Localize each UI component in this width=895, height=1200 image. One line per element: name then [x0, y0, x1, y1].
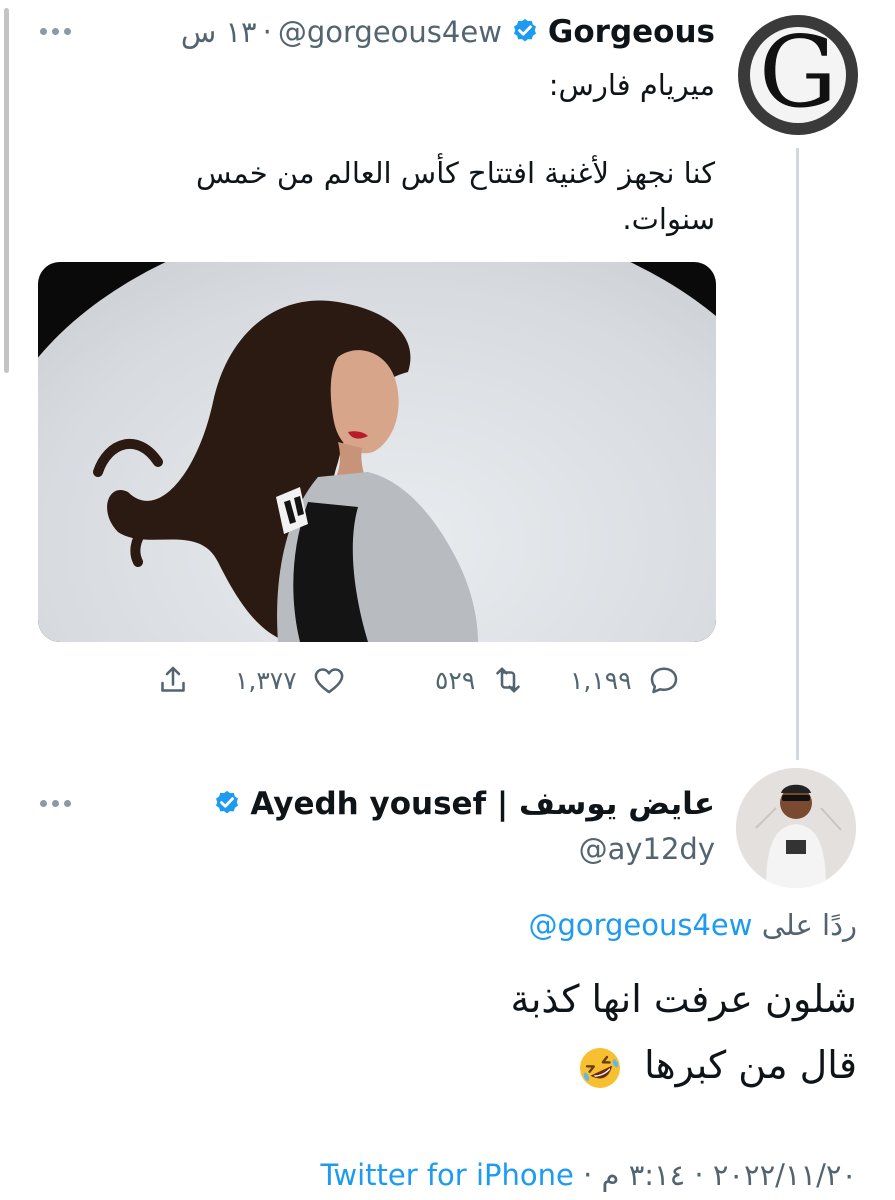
- share-icon: [161, 666, 185, 692]
- photo-illustration: [38, 262, 716, 642]
- tweet-time: ٣:١٤ م: [601, 1158, 686, 1192]
- author-name[interactable]: Gorgeous: [548, 14, 715, 50]
- reply-icon: [650, 667, 677, 694]
- like-button[interactable]: ١,٣٧٧: [235, 662, 347, 698]
- author-name[interactable]: عايض يوسف | Ayedh yousef: [250, 786, 715, 822]
- more-options-icon[interactable]: [40, 800, 71, 807]
- tweet-date: ٢٠٢٢/١١/٢٠: [712, 1158, 857, 1192]
- author-handle[interactable]: @gorgeous4ew: [278, 15, 502, 49]
- share-button[interactable]: [155, 662, 191, 698]
- rolling-laughing-emoji-icon: [579, 1047, 620, 1088]
- reply-button[interactable]: ١,١٩٩: [570, 662, 682, 698]
- separator: ·: [583, 1158, 593, 1192]
- reply-line-2: قال من كبرها: [510, 1032, 857, 1098]
- tweet-meta: ٢٠٢٢/١١/٢٠ · ٣:١٤ م · Twitter for iPhone: [320, 1158, 857, 1192]
- retweet-icon: [496, 667, 521, 693]
- time-ago[interactable]: ١٣ س: [181, 15, 257, 49]
- separator: ·: [262, 15, 272, 49]
- more-options-icon[interactable]: [40, 28, 71, 35]
- avatar[interactable]: G: [738, 15, 858, 135]
- scrollbar[interactable]: [4, 8, 9, 373]
- reply-count: ١,١٩٩: [570, 665, 632, 695]
- verified-badge-icon: [513, 18, 536, 42]
- retweet-button[interactable]: ٥٢٩: [435, 662, 527, 698]
- reply-line-1: شلون عرفت انها كذبة: [510, 977, 857, 1021]
- tweet-body: كنا نجهز لأغنية افتتاح كأس العالم من خمس…: [196, 156, 715, 236]
- retweet-count: ٥٢٩: [435, 665, 476, 695]
- replying-to-link[interactable]: @gorgeous4ew: [528, 908, 752, 942]
- replying-to: ردًا على @gorgeous4ew: [528, 908, 857, 942]
- thread-line: [796, 148, 799, 760]
- reply-line-2-text: قال من كبرها: [644, 1043, 857, 1087]
- replying-prefix: ردًا على: [761, 908, 857, 942]
- tweet-header: ١٣ س · @gorgeous4ew Gorgeous: [181, 14, 715, 50]
- verified-badge-icon: [216, 790, 239, 814]
- source-link[interactable]: Twitter for iPhone: [320, 1158, 573, 1192]
- avatar-photo: [736, 768, 856, 888]
- like-count: ١,٣٧٧: [235, 665, 297, 695]
- reply-body: شلون عرفت انها كذبة قال من كبرها: [510, 966, 857, 1098]
- reply-header: عايض يوسف | Ayedh yousef: [212, 786, 715, 822]
- avatar[interactable]: [736, 768, 856, 888]
- avatar-letter: G: [758, 16, 838, 130]
- separator: ·: [694, 1158, 704, 1192]
- tweet-actions: ١,١٩٩ ٥٢٩ ١,٣٧٧: [150, 662, 720, 706]
- tweet-label: ميريام فارس:: [548, 68, 715, 102]
- author-handle[interactable]: @ay12dy: [579, 832, 715, 866]
- heart-icon: [314, 668, 344, 694]
- tweet-photo[interactable]: [38, 262, 716, 642]
